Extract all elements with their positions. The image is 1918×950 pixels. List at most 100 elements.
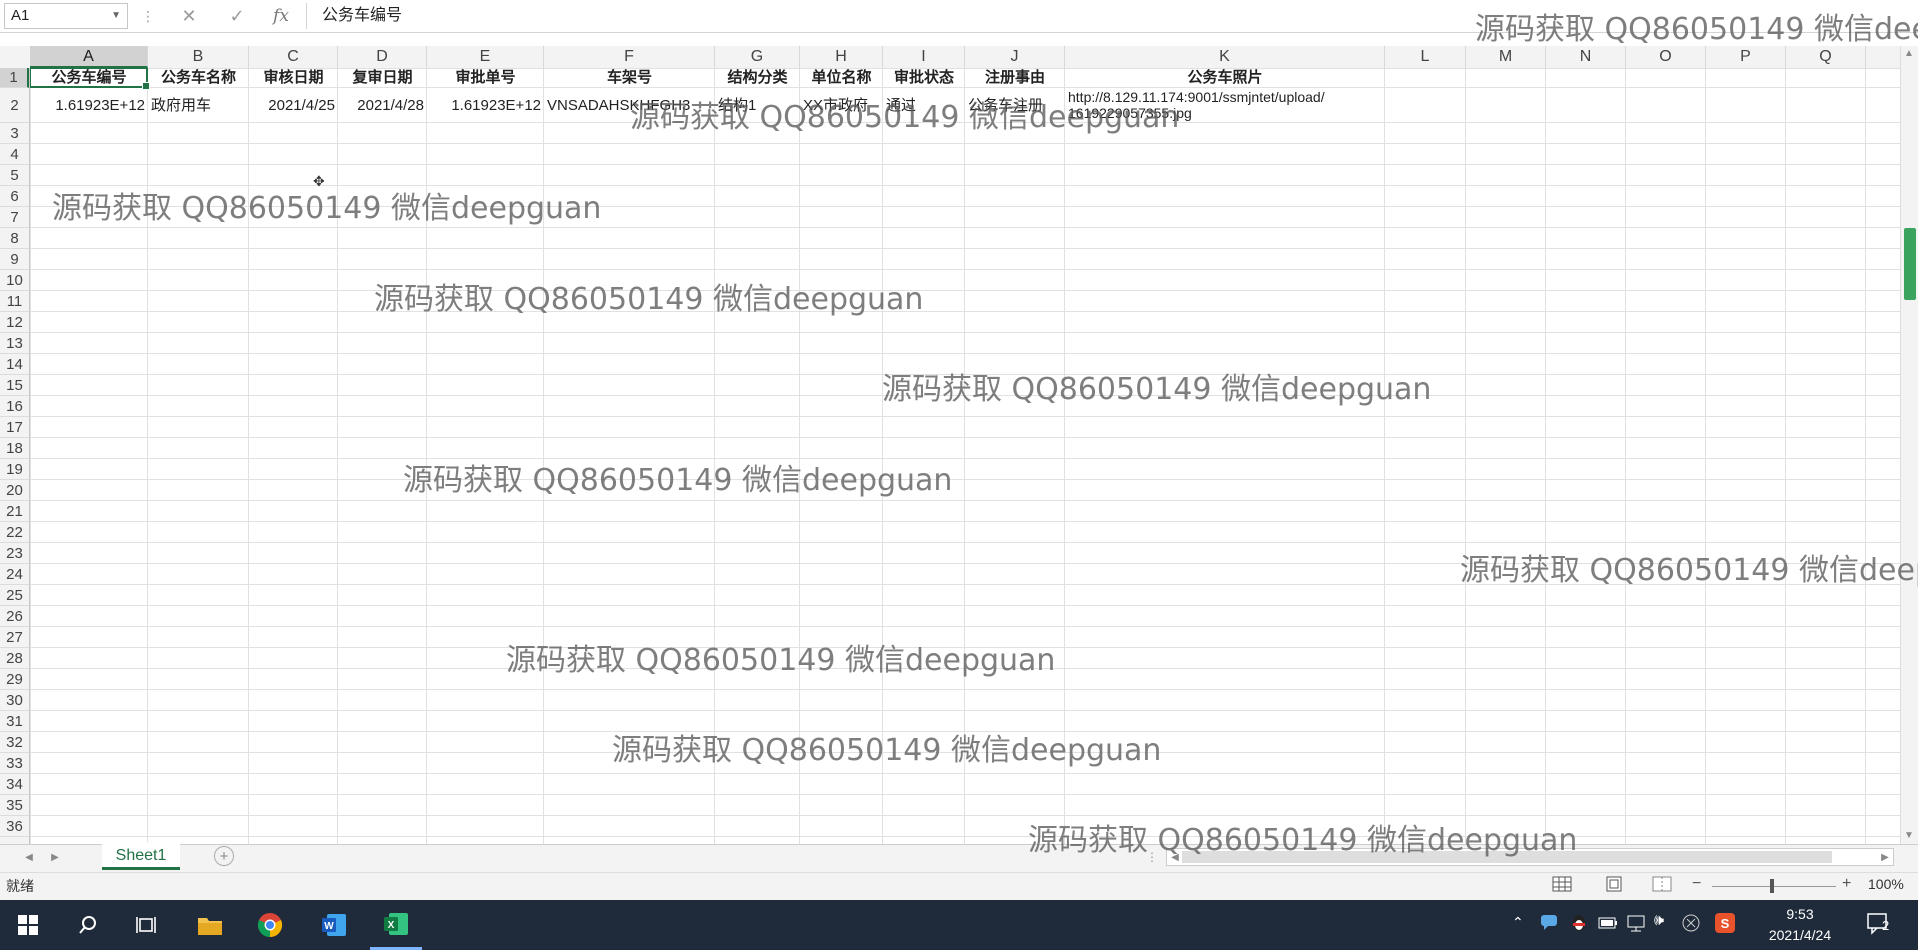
column-header-h[interactable]: H bbox=[800, 46, 883, 68]
page-layout-view-icon[interactable] bbox=[1604, 876, 1624, 892]
row-header-32[interactable]: 32 bbox=[0, 732, 29, 753]
column-header-d[interactable]: D bbox=[338, 46, 427, 68]
row-header-7[interactable]: 7 bbox=[0, 207, 29, 228]
cell-a2[interactable]: 1.61923E+12 bbox=[33, 88, 145, 123]
scroll-up-icon[interactable]: ▲ bbox=[1900, 48, 1918, 59]
cell-j1[interactable]: 注册事由 bbox=[968, 68, 1062, 88]
chat-tray-icon[interactable] bbox=[1540, 914, 1558, 934]
formula-input[interactable]: 公务车编号 bbox=[322, 4, 402, 28]
chevron-down-icon[interactable]: ▼ bbox=[111, 4, 121, 28]
row-header-10[interactable]: 10 bbox=[0, 270, 29, 291]
row-header-9[interactable]: 9 bbox=[0, 249, 29, 270]
row-header-17[interactable]: 17 bbox=[0, 417, 29, 438]
page-break-view-icon[interactable] bbox=[1652, 876, 1672, 892]
column-header-f[interactable]: F bbox=[544, 46, 715, 68]
row-header-16[interactable]: 16 bbox=[0, 396, 29, 417]
column-header-o[interactable]: O bbox=[1626, 46, 1706, 68]
cell-i1[interactable]: 审批状态 bbox=[886, 68, 962, 88]
row-header-4[interactable]: 4 bbox=[0, 144, 29, 165]
enter-icon[interactable]: ✓ bbox=[224, 4, 250, 28]
search-icon[interactable] bbox=[62, 900, 114, 950]
cancel-icon[interactable]: ✕ bbox=[176, 4, 202, 28]
row-header-3[interactable]: 3 bbox=[0, 123, 29, 144]
close-circle-tray-icon[interactable] bbox=[1682, 914, 1700, 936]
column-header-n[interactable]: N bbox=[1546, 46, 1626, 68]
cell-d2[interactable]: 2021/4/28 bbox=[341, 88, 424, 123]
row-header-36[interactable]: 36 bbox=[0, 816, 29, 837]
row-header-24[interactable]: 24 bbox=[0, 564, 29, 585]
name-box[interactable]: A1 ▼ bbox=[4, 3, 128, 29]
scroll-down-icon[interactable]: ▼ bbox=[1900, 830, 1918, 841]
battery-icon[interactable] bbox=[1598, 916, 1618, 934]
column-header-j[interactable]: J bbox=[965, 46, 1065, 68]
cell-h1[interactable]: 单位名称 bbox=[803, 68, 880, 88]
system-clock[interactable]: 9:53 2021/4/24 bbox=[1752, 904, 1848, 946]
windows-start-icon[interactable] bbox=[2, 900, 54, 950]
column-header-g[interactable]: G bbox=[715, 46, 800, 68]
row-header-21[interactable]: 21 bbox=[0, 501, 29, 522]
row-header-5[interactable]: 5 bbox=[0, 165, 29, 186]
cell-c1[interactable]: 审核日期 bbox=[252, 68, 335, 88]
column-header-e[interactable]: E bbox=[427, 46, 544, 68]
row-header-18[interactable]: 18 bbox=[0, 438, 29, 459]
row-header-34[interactable]: 34 bbox=[0, 774, 29, 795]
row-header-1[interactable]: 1 bbox=[0, 68, 29, 88]
file-explorer-icon[interactable] bbox=[184, 900, 236, 950]
row-header-12[interactable]: 12 bbox=[0, 312, 29, 333]
zoom-slider[interactable] bbox=[1712, 886, 1836, 887]
row-header-28[interactable]: 28 bbox=[0, 648, 29, 669]
chevron-up-icon[interactable]: ⌃ bbox=[1512, 914, 1524, 931]
add-sheet-icon[interactable]: + bbox=[214, 846, 234, 866]
row-header-8[interactable]: 8 bbox=[0, 228, 29, 249]
column-header-m[interactable]: M bbox=[1466, 46, 1546, 68]
row-header-31[interactable]: 31 bbox=[0, 711, 29, 732]
row-header-14[interactable]: 14 bbox=[0, 354, 29, 375]
cell-b1[interactable]: 公务车名称 bbox=[151, 68, 246, 88]
sheet-tab-sheet1[interactable]: Sheet1 bbox=[102, 842, 180, 870]
row-header-23[interactable]: 23 bbox=[0, 543, 29, 564]
cell-e2[interactable]: 1.61923E+12 bbox=[430, 88, 541, 123]
row-header-2[interactable]: 2 bbox=[0, 88, 29, 123]
word-icon[interactable]: W bbox=[308, 900, 360, 950]
row-header-26[interactable]: 26 bbox=[0, 606, 29, 627]
task-view-icon[interactable] bbox=[120, 900, 172, 950]
column-header-k[interactable]: K bbox=[1065, 46, 1385, 68]
column-header-b[interactable]: B bbox=[148, 46, 249, 68]
more-options-icon[interactable]: ⋮ bbox=[135, 4, 161, 28]
cell-b2[interactable]: 政府用车 bbox=[151, 88, 246, 123]
insert-function-icon[interactable]: fx bbox=[268, 4, 294, 28]
excel-icon[interactable]: X bbox=[370, 900, 422, 950]
column-header-i[interactable]: I bbox=[883, 46, 965, 68]
zoom-out-icon[interactable]: − bbox=[1692, 875, 1701, 893]
zoom-slider-thumb[interactable] bbox=[1770, 879, 1774, 893]
cell-f1[interactable]: 车架号 bbox=[547, 68, 712, 88]
row-header-30[interactable]: 30 bbox=[0, 690, 29, 711]
vertical-scrollbar[interactable] bbox=[1900, 46, 1918, 844]
sogou-tray-icon[interactable]: S bbox=[1714, 912, 1736, 938]
zoom-in-icon[interactable]: + bbox=[1842, 875, 1851, 893]
row-header-22[interactable]: 22 bbox=[0, 522, 29, 543]
next-sheet-icon[interactable]: ▶ bbox=[46, 852, 64, 863]
network-icon[interactable] bbox=[1626, 914, 1646, 936]
notification-icon[interactable] bbox=[1866, 912, 1894, 940]
row-header-6[interactable]: 6 bbox=[0, 186, 29, 207]
qq-tray-icon[interactable] bbox=[1570, 914, 1588, 936]
scroll-right-icon[interactable]: ▶ bbox=[1876, 852, 1894, 863]
cell-g1[interactable]: 结构分类 bbox=[718, 68, 797, 88]
row-header-20[interactable]: 20 bbox=[0, 480, 29, 501]
row-header-13[interactable]: 13 bbox=[0, 333, 29, 354]
column-header-a[interactable]: A bbox=[30, 46, 148, 68]
cell-c2[interactable]: 2021/4/25 bbox=[252, 88, 335, 123]
cell-e1[interactable]: 审批单号 bbox=[430, 68, 541, 88]
row-header-11[interactable]: 11 bbox=[0, 291, 29, 312]
row-header-33[interactable]: 33 bbox=[0, 753, 29, 774]
row-header-27[interactable]: 27 bbox=[0, 627, 29, 648]
volume-icon[interactable]: 🕪 bbox=[1654, 912, 1664, 930]
zoom-level[interactable]: 100% bbox=[1868, 876, 1904, 892]
chrome-icon[interactable] bbox=[244, 900, 296, 950]
row-header-15[interactable]: 15 bbox=[0, 375, 29, 396]
column-header-q[interactable]: Q bbox=[1786, 46, 1866, 68]
row-header-25[interactable]: 25 bbox=[0, 585, 29, 606]
column-header-p[interactable]: P bbox=[1706, 46, 1786, 68]
vertical-scroll-thumb[interactable] bbox=[1904, 228, 1916, 300]
